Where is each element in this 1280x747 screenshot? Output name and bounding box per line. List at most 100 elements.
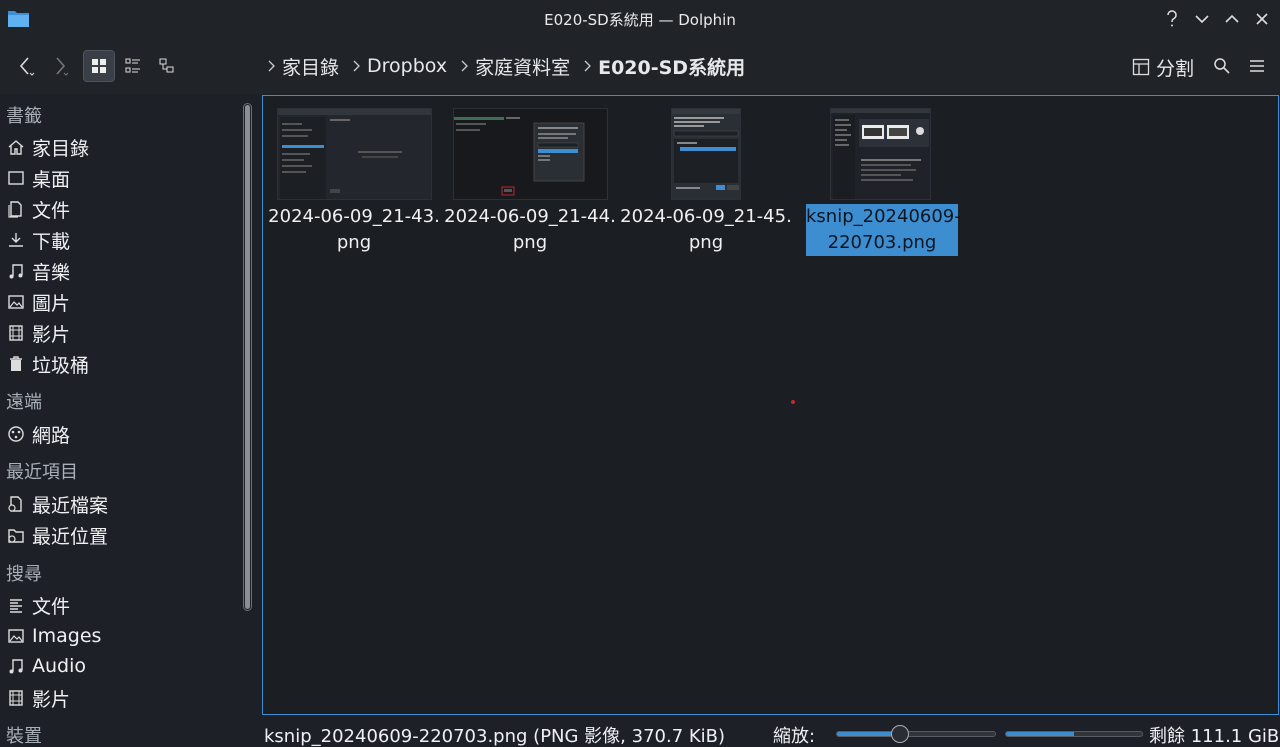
sidebar-item-label: 影片 xyxy=(32,323,71,346)
picture-icon xyxy=(6,626,26,646)
download-icon xyxy=(6,230,26,250)
network-icon xyxy=(6,424,26,444)
sidebar-item-home[interactable]: 家目錄 xyxy=(6,133,89,161)
sidebar-item-label: 下載 xyxy=(32,230,71,253)
section-header-bookmarks: 書籤 xyxy=(6,106,42,127)
sidebar-item-label: 文件 xyxy=(32,199,71,222)
sidebar-item-network[interactable]: 網路 xyxy=(6,420,70,448)
file-name: 2024-06-09_21-44. png xyxy=(444,206,616,253)
icons-view-button[interactable] xyxy=(83,50,115,82)
places-panel: 書籤 家目錄 桌面 文件 下載 音樂 圖片 影片 垃圾桶 遠端 網路 最近項目 … xyxy=(0,94,240,747)
forward-button[interactable] xyxy=(44,50,76,82)
sidebar-item-search-videos[interactable]: 影片 xyxy=(6,684,70,712)
sidebar-item-music[interactable]: 音樂 xyxy=(6,257,70,285)
sidebar-item-label: 家目錄 xyxy=(32,137,90,160)
music-icon xyxy=(6,261,26,281)
sidebar-item-desktop[interactable]: 桌面 xyxy=(6,164,70,192)
sidebar-item-search-images[interactable]: Images xyxy=(6,622,101,650)
chevron-right-icon xyxy=(351,59,361,73)
video-icon xyxy=(6,323,26,343)
menu-button[interactable] xyxy=(1241,50,1273,82)
text-document-icon xyxy=(6,595,26,615)
breadcrumb-item-home[interactable]: 家目錄 xyxy=(282,53,339,80)
sidebar-item-search-documents[interactable]: 文件 xyxy=(6,591,70,619)
home-icon xyxy=(6,137,26,157)
free-space-fill xyxy=(1006,732,1074,736)
sidebar-item-search-audio[interactable]: Audio xyxy=(6,652,86,680)
chevron-right-icon xyxy=(266,59,276,73)
file-thumbnail xyxy=(830,108,931,200)
sidebar-item-label: 網路 xyxy=(32,424,71,447)
sidebar-item-label: 桌面 xyxy=(32,168,71,191)
sidebar-item-label: Images xyxy=(32,625,102,647)
file-name: 2024-06-09_21-43. png xyxy=(268,206,440,253)
maximize-icon[interactable] xyxy=(1221,8,1243,30)
toolbar: 家目錄 Dropbox 家庭資料室 E020-SD系統用 分割 xyxy=(0,38,1280,94)
recent-locations-icon xyxy=(6,525,26,545)
file-thumbnail xyxy=(453,108,608,200)
cursor-dot xyxy=(791,400,795,404)
sidebar-item-downloads[interactable]: 下載 xyxy=(6,226,70,254)
sidebar-item-label: 影片 xyxy=(32,688,71,711)
sidebar-item-recent-locations[interactable]: 最近位置 xyxy=(6,521,108,549)
music-icon xyxy=(6,656,26,676)
sidebar-item-trash[interactable]: 垃圾桶 xyxy=(6,350,89,378)
title-bar: E020-SD系統用 — Dolphin xyxy=(0,0,1280,38)
file-item[interactable]: 2024-06-09_21-45. png xyxy=(615,106,792,266)
zoom-slider-handle[interactable] xyxy=(891,725,910,743)
sidebar-item-videos[interactable]: 影片 xyxy=(6,319,70,347)
hamburger-menu-icon xyxy=(1250,60,1264,72)
details-view-button[interactable] xyxy=(151,50,183,82)
breadcrumb-item-family[interactable]: 家庭資料室 xyxy=(475,53,570,80)
search-button[interactable] xyxy=(1206,50,1238,82)
sidebar-item-label: 最近位置 xyxy=(32,525,109,548)
compact-view-button[interactable] xyxy=(117,50,149,82)
window-title: E020-SD系統用 — Dolphin xyxy=(544,11,736,29)
file-view[interactable]: 2024-06-09_21-43. png 2024-06-09_21-44. pn… xyxy=(262,95,1279,715)
chevron-right-icon xyxy=(459,59,469,73)
sidebar-item-label: 文件 xyxy=(32,595,71,618)
file-thumbnail xyxy=(671,108,741,200)
sidebar-item-label: 音樂 xyxy=(32,261,71,284)
free-space-bar xyxy=(1005,731,1143,737)
back-button[interactable] xyxy=(10,50,42,82)
sidebar-item-documents[interactable]: 文件 xyxy=(6,195,70,223)
zoom-label: 縮放: xyxy=(773,726,816,747)
compact-list-icon xyxy=(125,58,140,73)
section-header-recent: 最近項目 xyxy=(6,462,78,483)
split-label: 分割 xyxy=(1156,57,1195,80)
help-icon[interactable] xyxy=(1161,8,1183,30)
sidebar-item-recent-files[interactable]: 最近檔案 xyxy=(6,490,108,518)
split-button[interactable]: 分割 xyxy=(1132,54,1194,80)
sidebar-item-label: Audio xyxy=(32,655,87,677)
search-icon xyxy=(1214,58,1230,74)
document-icon xyxy=(6,199,26,219)
recent-files-icon xyxy=(6,494,26,514)
desktop-icon xyxy=(6,168,26,188)
free-space-text: 剩餘 111.1 GiB xyxy=(1149,726,1280,747)
zoom-slider[interactable] xyxy=(836,725,996,743)
sidebar-item-label: 最近檔案 xyxy=(32,494,109,517)
file-name: 2024-06-09_21-45. png xyxy=(620,206,792,253)
sidebar-item-pictures[interactable]: 圖片 xyxy=(6,288,70,316)
breadcrumb-item-dropbox[interactable]: Dropbox xyxy=(367,55,447,77)
status-text: ksnip_20240609-220703.png (PNG 影像, 370.7… xyxy=(264,726,726,747)
trash-icon xyxy=(6,354,26,374)
grid-icon xyxy=(92,59,106,73)
file-item[interactable]: 2024-06-09_21-43. png xyxy=(263,106,440,266)
chevron-right-icon xyxy=(582,59,592,73)
file-item-selected[interactable]: ksnip_20240609- 220703.png xyxy=(791,106,961,266)
tree-view-icon xyxy=(159,58,174,73)
sidebar-item-label: 圖片 xyxy=(32,292,71,315)
close-icon[interactable] xyxy=(1251,8,1273,30)
minimize-icon[interactable] xyxy=(1191,8,1213,30)
file-thumbnail xyxy=(277,108,432,200)
split-view-icon xyxy=(1132,58,1150,76)
status-bar: ksnip_20240609-220703.png (PNG 影像, 370.7… xyxy=(0,718,1280,747)
section-header-search: 搜尋 xyxy=(6,564,42,585)
sidebar-scrollbar-thumb[interactable] xyxy=(245,105,250,609)
sidebar-item-label: 垃圾桶 xyxy=(32,354,90,377)
file-item[interactable]: 2024-06-09_21-44. png xyxy=(439,106,616,266)
breadcrumb-item-current[interactable]: E020-SD系統用 xyxy=(598,53,745,80)
sidebar-scrollbar[interactable] xyxy=(243,103,252,611)
